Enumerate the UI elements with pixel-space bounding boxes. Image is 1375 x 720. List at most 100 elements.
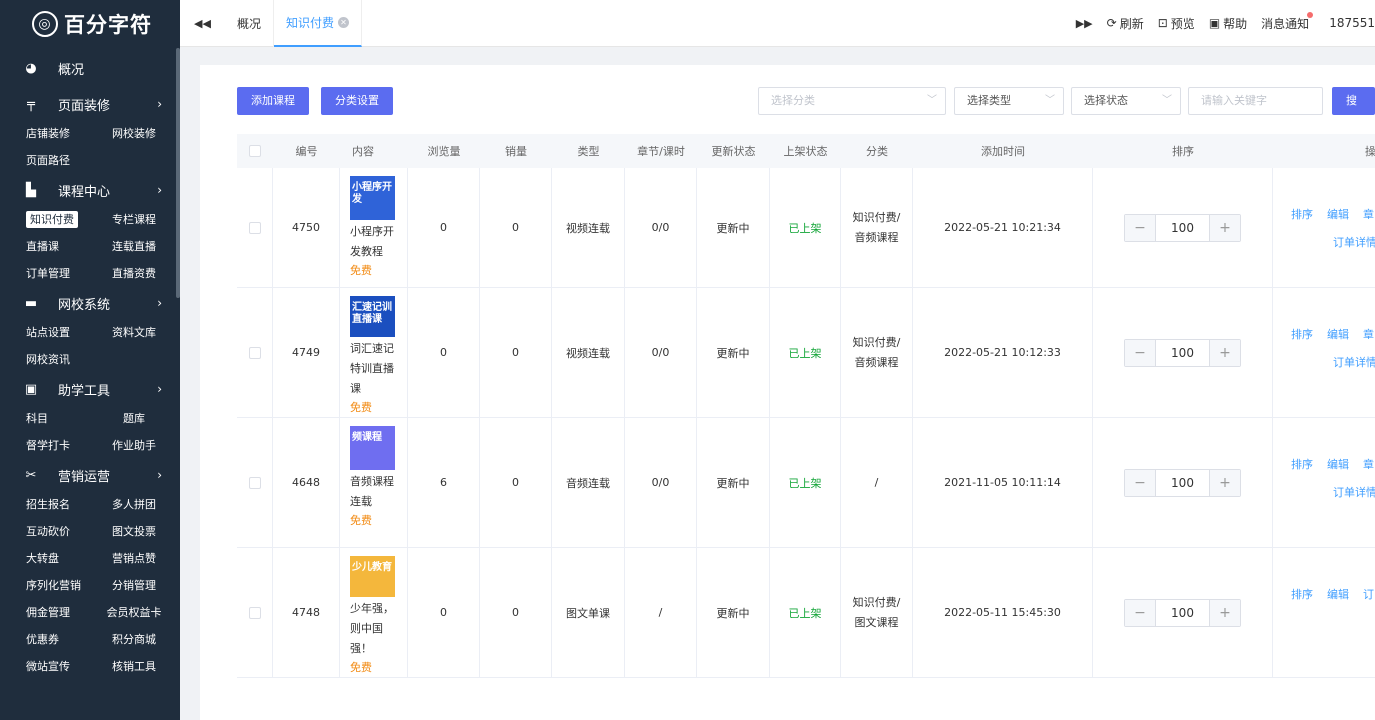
- sidebar-scrollbar[interactable]: [176, 48, 180, 298]
- type-select[interactable]: 选择类型 ﹀: [954, 87, 1064, 115]
- course-thumbnail[interactable]: 少儿教育: [350, 556, 395, 597]
- cell-category: 知识付费/音频课程: [841, 168, 913, 287]
- scroll-right-button[interactable]: ▶▶: [1062, 0, 1107, 47]
- sidebar-section-2[interactable]: ▬ 网校系统 ›: [0, 287, 180, 319]
- status-select[interactable]: 选择状态 ﹀: [1071, 87, 1181, 115]
- sidebar-item[interactable]: 核销工具: [88, 653, 180, 680]
- keyword-input[interactable]: 请输入关键字: [1188, 87, 1323, 115]
- user-account[interactable]: 187551: [1329, 16, 1375, 30]
- decrement-button[interactable]: −: [1125, 214, 1155, 241]
- sidebar-item[interactable]: 直播资费: [88, 260, 180, 287]
- sidebar-item[interactable]: 科目: [0, 405, 88, 432]
- sidebar-item[interactable]: 佣金管理: [0, 599, 88, 626]
- category-select[interactable]: 选择分类 ﹀: [758, 87, 946, 115]
- add-course-button[interactable]: 添加课程: [237, 87, 309, 115]
- cell-listing-status: 已上架: [770, 168, 841, 287]
- search-button[interactable]: 搜索: [1332, 87, 1375, 135]
- help-button[interactable]: ▣ 帮助: [1209, 15, 1247, 32]
- sort-value[interactable]: 100: [1155, 214, 1210, 241]
- sidebar-item-overview[interactable]: ◕ 概况: [0, 48, 180, 88]
- notification-button[interactable]: 消息通知: [1261, 12, 1315, 32]
- sidebar-item[interactable]: 站点设置: [0, 319, 88, 346]
- sidebar-item[interactable]: 大转盘: [0, 545, 88, 572]
- sort-link[interactable]: 排序: [1291, 458, 1313, 471]
- cell-content[interactable]: 汇速记训直播课 词汇速记特训直播课 免费: [340, 288, 408, 417]
- sidebar-item[interactable]: 页面路径: [0, 147, 88, 174]
- edit-link[interactable]: 编辑: [1327, 458, 1349, 471]
- sidebar-item[interactable]: 多人拼团: [88, 491, 180, 518]
- sidebar-item[interactable]: 作业助手: [88, 432, 180, 459]
- col-category: 分类: [866, 145, 888, 158]
- sidebar-item[interactable]: 店铺装修: [0, 120, 88, 147]
- sidebar-item[interactable]: 分销管理: [88, 572, 180, 599]
- sidebar-item[interactable]: 知识付费: [0, 206, 88, 233]
- sidebar-item[interactable]: 招生报名: [0, 491, 88, 518]
- edit-link[interactable]: 编辑: [1327, 588, 1349, 601]
- more-link[interactable]: 章: [1363, 458, 1374, 471]
- sort-value[interactable]: 100: [1155, 599, 1210, 626]
- increment-button[interactable]: +: [1210, 599, 1240, 626]
- sidebar-item[interactable]: 互动砍价: [0, 518, 88, 545]
- sort-value[interactable]: 100: [1155, 469, 1210, 496]
- course-thumbnail[interactable]: 频课程: [350, 426, 395, 470]
- sidebar-item[interactable]: 督学打卡: [0, 432, 88, 459]
- decrement-button[interactable]: −: [1125, 599, 1155, 626]
- scroll-left-button[interactable]: ◀◀: [180, 0, 225, 47]
- sidebar-item[interactable]: 订单管理: [0, 260, 88, 287]
- tab-knowledge-pay[interactable]: 知识付费 ✕: [274, 0, 363, 47]
- order-detail-link[interactable]: 订单详情: [1291, 234, 1375, 250]
- cell-content[interactable]: 小程序开发 小程序开发教程 免费: [340, 168, 408, 287]
- sort-link[interactable]: 排序: [1291, 588, 1313, 601]
- sidebar-section-4[interactable]: ✂ 营销运营 ›: [0, 459, 180, 491]
- close-tab-icon[interactable]: ✕: [338, 16, 350, 28]
- sort-link[interactable]: 排序: [1291, 328, 1313, 341]
- tab-overview[interactable]: 概况: [225, 0, 275, 47]
- sidebar-item[interactable]: 题库: [88, 405, 180, 432]
- row-checkbox[interactable]: [237, 418, 273, 547]
- price-label: 免费: [350, 514, 372, 527]
- sidebar-item[interactable]: 图文投票: [88, 518, 180, 545]
- row-checkbox[interactable]: [237, 548, 273, 677]
- cell-content[interactable]: 少儿教育 少年强，则中国强！ 免费: [340, 548, 408, 677]
- chevron-right-icon: ›: [157, 296, 162, 310]
- course-thumbnail[interactable]: 小程序开发: [350, 176, 395, 220]
- sidebar-item[interactable]: 微站宣传: [0, 653, 88, 680]
- sidebar-item[interactable]: 专栏课程: [88, 206, 180, 233]
- edit-link[interactable]: 编辑: [1327, 328, 1349, 341]
- decrement-button[interactable]: −: [1125, 469, 1155, 496]
- sidebar-section-0[interactable]: ╤ 页面装修 ›: [0, 88, 180, 120]
- sort-value[interactable]: 100: [1155, 339, 1210, 366]
- preview-button[interactable]: ⊡ 预览: [1158, 15, 1195, 32]
- sidebar-item[interactable]: 营销点赞: [88, 545, 180, 572]
- order-detail-link[interactable]: 订单详情: [1291, 354, 1375, 370]
- category-settings-button[interactable]: 分类设置: [321, 87, 393, 115]
- sidebar-item[interactable]: 网校资讯: [0, 346, 88, 373]
- refresh-button[interactable]: ⟳ 刷新: [1107, 15, 1144, 32]
- more-link[interactable]: 订: [1363, 588, 1374, 601]
- increment-button[interactable]: +: [1210, 469, 1240, 496]
- row-checkbox[interactable]: [237, 168, 273, 287]
- sidebar-item[interactable]: 资料文库: [88, 319, 180, 346]
- sidebar-item[interactable]: 连载直播: [88, 233, 180, 260]
- sidebar-item[interactable]: 序列化营销: [0, 572, 88, 599]
- sidebar-section-3[interactable]: ▣ 助学工具 ›: [0, 373, 180, 405]
- order-detail-link[interactable]: 订单详情: [1291, 484, 1375, 500]
- sidebar-item[interactable]: 优惠券: [0, 626, 88, 653]
- sidebar-item[interactable]: 网校装修: [88, 120, 180, 147]
- course-thumbnail[interactable]: 汇速记训直播课: [350, 296, 395, 337]
- more-link[interactable]: 章: [1363, 208, 1374, 221]
- cell-content[interactable]: 频课程 音频课程连载 免费: [340, 418, 408, 547]
- decrement-button[interactable]: −: [1125, 339, 1155, 366]
- increment-button[interactable]: +: [1210, 214, 1240, 241]
- row-checkbox[interactable]: [237, 288, 273, 417]
- sidebar-item[interactable]: 会员权益卡: [88, 599, 180, 626]
- edit-link[interactable]: 编辑: [1327, 208, 1349, 221]
- cell-chapters: 0/0: [625, 168, 697, 287]
- sidebar-item[interactable]: 积分商城: [88, 626, 180, 653]
- more-link[interactable]: 章: [1363, 328, 1374, 341]
- sidebar-section-1[interactable]: ▙ 课程中心 ›: [0, 174, 180, 206]
- sidebar-item[interactable]: 直播课: [0, 233, 88, 260]
- select-all-checkbox[interactable]: [237, 134, 273, 168]
- increment-button[interactable]: +: [1210, 339, 1240, 366]
- sort-link[interactable]: 排序: [1291, 208, 1313, 221]
